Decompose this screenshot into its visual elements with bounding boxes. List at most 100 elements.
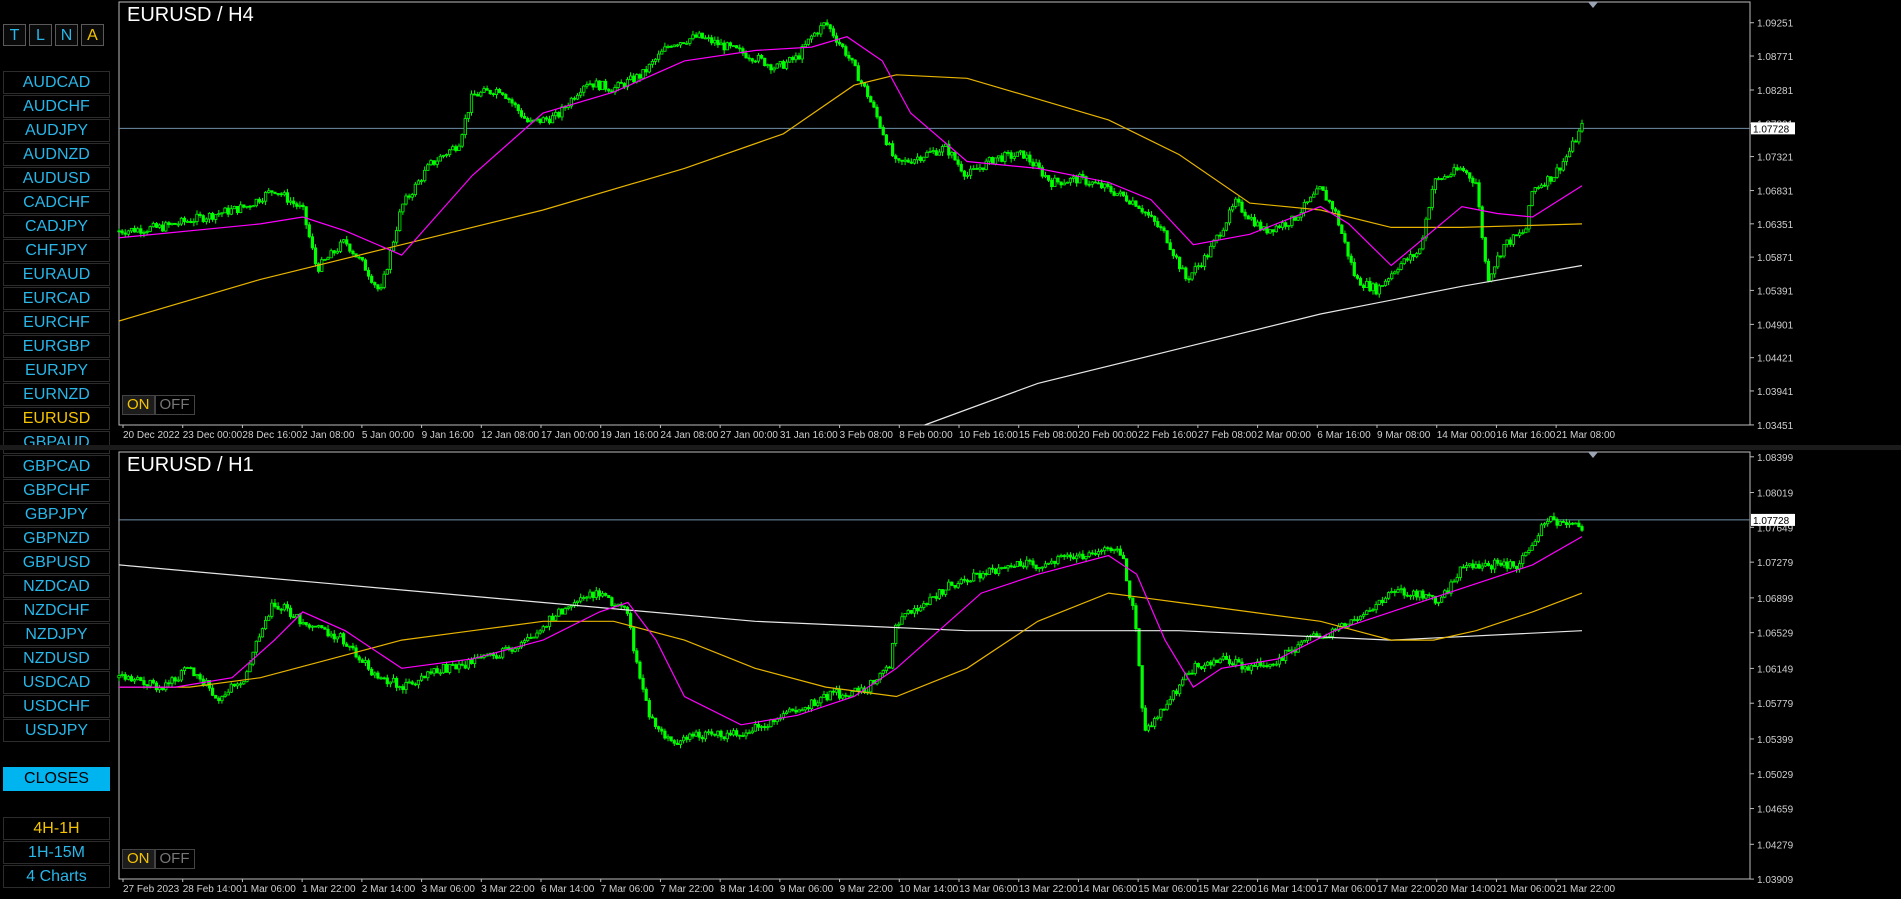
candle-body: [903, 613, 907, 618]
chart-panel-h1[interactable]: 1.08399 1.08019 1.07649 1.07279 1.06899 1.065…: [117, 450, 1901, 899]
symbol-button-nzdjpy[interactable]: NZDJPY: [3, 623, 110, 646]
candle-body: [744, 732, 748, 737]
shift-marker: [1588, 452, 1598, 458]
symbol-list: AUDCAD AUDCHF AUDJPY AUDNZD AUDUSD CADCHF CADJ…: [3, 71, 110, 743]
candle-body: [1280, 222, 1285, 228]
chart-panel-h4[interactable]: 1.092511.087711.082811.078011.073211.068…: [117, 0, 1901, 445]
layout-button-4h-1h[interactable]: 4H-1H: [3, 817, 110, 840]
candle-body: [307, 624, 311, 628]
symbol-button-eurjpy[interactable]: EURJPY: [3, 359, 110, 382]
candle-body: [1502, 561, 1506, 566]
mode-button-n[interactable]: N: [55, 24, 78, 46]
candle-body: [451, 664, 455, 666]
candle-body: [332, 250, 336, 254]
symbol-button-audnzd[interactable]: AUDNZD: [3, 143, 110, 166]
candle-body: [978, 167, 982, 170]
candle-body: [1352, 261, 1356, 277]
layout-button-1h-15m[interactable]: 1H-15M: [3, 841, 110, 864]
candle-body: [647, 700, 651, 718]
symbol-button-audusd[interactable]: AUDUSD: [3, 167, 110, 190]
candle-body: [731, 45, 736, 48]
candle-body: [1358, 615, 1363, 621]
price-chart-h1[interactable]: 1.083991.080191.076491.072791.068991.065…: [117, 450, 1901, 899]
candle-body: [1118, 191, 1122, 195]
candle-body: [619, 81, 623, 84]
mode-button-t[interactable]: T: [3, 24, 26, 46]
symbol-button-gbpjpy[interactable]: GBPJPY: [3, 503, 110, 526]
on-button[interactable]: ON: [122, 849, 155, 869]
on-button[interactable]: ON: [122, 395, 155, 415]
candle-body: [1246, 215, 1250, 220]
candle-body: [944, 589, 948, 595]
candle-body: [1084, 555, 1088, 560]
candles: [117, 19, 1584, 298]
candle-body: [391, 677, 396, 683]
candle-body: [987, 567, 991, 575]
candle-body: [1121, 191, 1126, 197]
candle-body: [744, 52, 748, 59]
symbol-button-nzdchf[interactable]: NZDCHF: [3, 599, 110, 622]
current-price-label: 1.07728: [1753, 516, 1790, 527]
candle-body: [753, 723, 757, 732]
x-tick-label: 16 Mar 14:00: [1258, 884, 1317, 895]
candle-body: [526, 637, 530, 642]
candle-body: [947, 581, 951, 591]
moving-average-mid: [119, 592, 1583, 698]
candle-body: [1100, 182, 1104, 189]
mode-button-l[interactable]: L: [29, 24, 52, 46]
symbol-button-cadjpy[interactable]: CADJPY: [3, 215, 110, 238]
candle-body: [622, 605, 626, 608]
candle-body: [1546, 176, 1550, 187]
candle-body: [1131, 597, 1135, 607]
candle-body: [825, 22, 829, 26]
candle-body: [497, 656, 502, 659]
symbol-button-audjpy[interactable]: AUDJPY: [3, 119, 110, 142]
symbol-button-euraud[interactable]: EURAUD: [3, 263, 110, 286]
candle-body: [157, 686, 162, 691]
candle-body: [161, 686, 165, 691]
candle-body: [672, 740, 676, 744]
symbol-button-gbpnzd[interactable]: GBPNZD: [3, 527, 110, 550]
symbol-button-nzdcad[interactable]: NZDCAD: [3, 575, 110, 598]
candle-body: [1078, 553, 1082, 557]
candle-body: [962, 170, 966, 177]
candle-body: [501, 92, 505, 95]
off-button[interactable]: OFF: [154, 849, 195, 869]
candle-body: [550, 115, 555, 124]
y-tick-label: 1.06831: [1757, 187, 1794, 198]
candle-body: [210, 212, 215, 220]
symbol-button-eurcad[interactable]: EURCAD: [3, 287, 110, 310]
symbol-button-nzdusd[interactable]: NZDUSD: [3, 647, 110, 670]
symbol-button-eurgbp[interactable]: EURGBP: [3, 335, 110, 358]
symbol-button-usdcad[interactable]: USDCAD: [3, 671, 110, 694]
symbol-button-gbpchf[interactable]: GBPCHF: [3, 479, 110, 502]
symbol-button-gbpusd[interactable]: GBPUSD: [3, 551, 110, 574]
symbol-button-gbpaud[interactable]: GBPAUD: [3, 431, 110, 454]
mode-button-a[interactable]: A: [81, 24, 104, 46]
symbol-button-usdjpy[interactable]: USDJPY: [3, 719, 110, 742]
candle-body: [370, 668, 374, 676]
x-tick-label: 6 Mar 14:00: [541, 884, 595, 895]
candle-body: [438, 672, 442, 675]
symbol-button-gbpcad[interactable]: GBPCAD: [3, 455, 110, 478]
candle-body: [822, 694, 826, 698]
symbol-button-usdchf[interactable]: USDCHF: [3, 695, 110, 718]
symbol-button-eurnzd[interactable]: EURNZD: [3, 383, 110, 406]
off-button[interactable]: OFF: [154, 395, 195, 415]
symbol-button-audchf[interactable]: AUDCHF: [3, 95, 110, 118]
candle-body: [1012, 566, 1016, 568]
candle-body: [909, 161, 913, 164]
symbol-button-cadchf[interactable]: CADCHF: [3, 191, 110, 214]
symbol-button-eurusd[interactable]: EURUSD: [3, 407, 110, 430]
candle-body: [179, 217, 183, 225]
price-chart-h4[interactable]: 1.092511.087711.082811.078011.073211.068…: [117, 0, 1901, 445]
symbol-button-audcad[interactable]: AUDCAD: [3, 71, 110, 94]
layout-button-4-charts[interactable]: 4 Charts: [3, 865, 110, 888]
closes-button[interactable]: CLOSES: [3, 767, 110, 791]
candle-body: [435, 160, 439, 165]
candle-body: [1383, 597, 1388, 604]
candle-body: [997, 567, 1001, 574]
symbol-button-chfjpy[interactable]: CHFJPY: [3, 239, 110, 262]
symbol-button-eurchf[interactable]: EURCHF: [3, 311, 110, 334]
candle-body: [360, 659, 364, 663]
